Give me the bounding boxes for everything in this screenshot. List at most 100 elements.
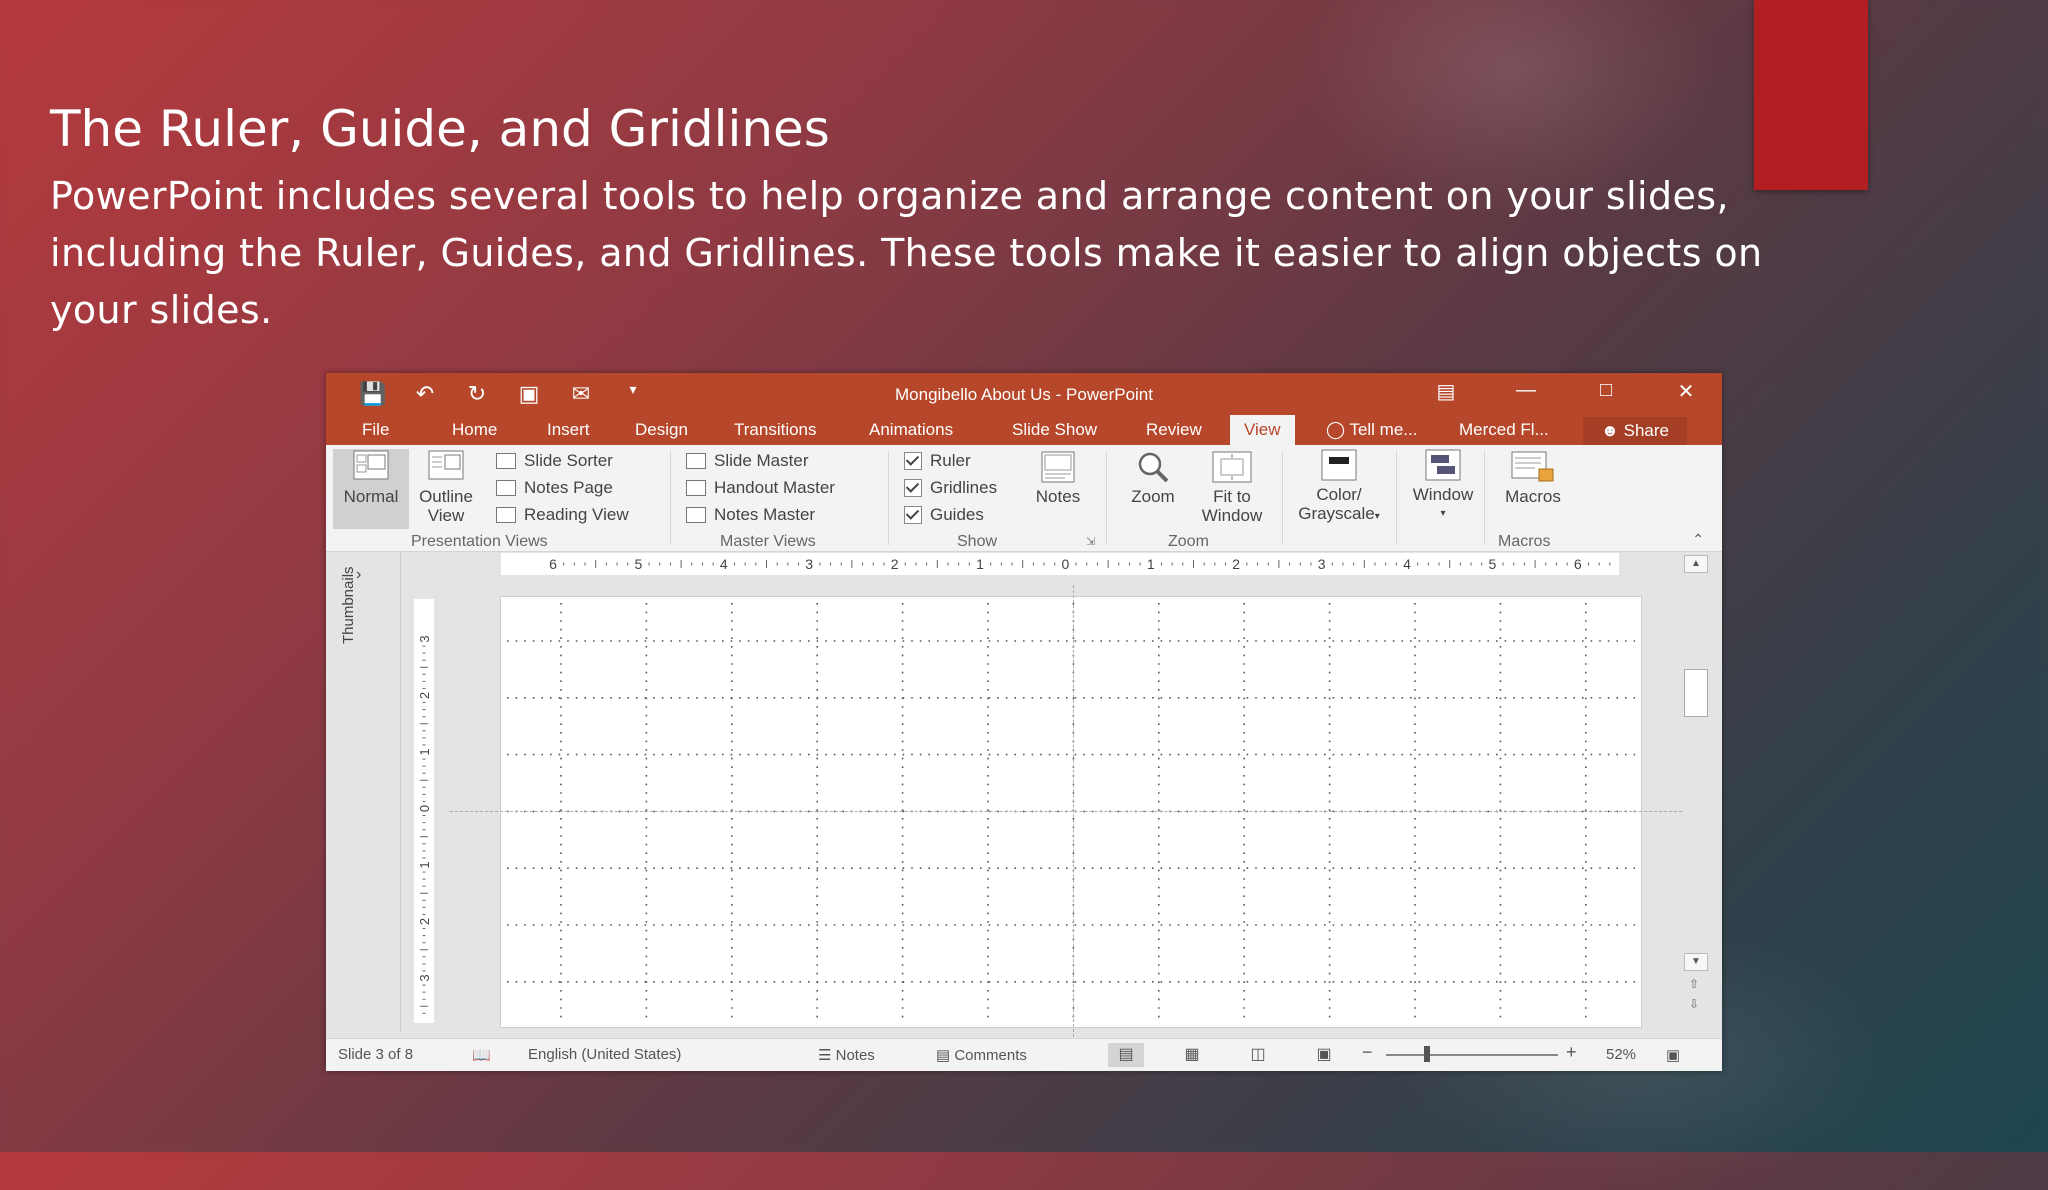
fit-label-1: Fit to	[1213, 487, 1251, 506]
comments-label: Comments	[954, 1047, 1027, 1064]
fit-slide-icon[interactable]: ▣	[1666, 1046, 1680, 1064]
maximize-icon[interactable]: □	[1590, 379, 1622, 404]
tab-review[interactable]: Review	[1146, 415, 1202, 445]
previous-slide-icon[interactable]: ⇧	[1689, 977, 1699, 991]
tab-transitions[interactable]: Transitions	[734, 415, 817, 445]
notes-page-label: Notes Page	[524, 478, 613, 497]
scroll-thumb[interactable]	[1684, 669, 1708, 717]
notes-master-label: Notes Master	[714, 505, 816, 524]
thumbnails-pane[interactable]: › Thumbnails	[326, 552, 401, 1032]
tell-me-search[interactable]: ◯ Tell me...	[1326, 415, 1417, 445]
ruler-checkbox[interactable]: Ruler	[904, 451, 971, 471]
ruler-label: 2	[1232, 556, 1240, 572]
tab-slide-show[interactable]: Slide Show	[1012, 415, 1097, 445]
minimize-icon[interactable]: —	[1510, 379, 1542, 404]
tab-design[interactable]: Design	[635, 415, 688, 445]
gridlines-checkbox[interactable]: Gridlines	[904, 478, 997, 498]
close-icon[interactable]: ✕	[1670, 379, 1702, 404]
show-group-label: Show	[957, 533, 998, 550]
ruler-check-icon	[904, 452, 922, 470]
tab-home[interactable]: Home	[452, 415, 497, 445]
collapse-ribbon-icon[interactable]: ⌃	[1692, 531, 1704, 548]
reading-view-status-icon[interactable]: ◫	[1240, 1043, 1276, 1067]
zoom-in-icon[interactable]: +	[1566, 1042, 1577, 1063]
outline-view-icon	[428, 450, 464, 480]
outline-label-1: Outline	[419, 487, 473, 506]
macros-button[interactable]: Macros	[1496, 451, 1570, 506]
share-button[interactable]: ☻ Share	[1583, 417, 1687, 445]
macros-group-label: Macros	[1498, 533, 1551, 550]
tab-animations[interactable]: Animations	[869, 415, 953, 445]
ruler-label: 6	[549, 556, 557, 572]
guides-checkbox[interactable]: Guides	[904, 505, 984, 525]
zoom-slider-knob[interactable]	[1424, 1046, 1430, 1062]
group-divider	[1282, 451, 1283, 545]
normal-view-icon	[353, 450, 389, 480]
slideshow-status-icon[interactable]: ▣	[1306, 1043, 1342, 1067]
ruler-label: 3	[417, 635, 432, 642]
next-slide-icon[interactable]: ⇩	[1689, 997, 1699, 1011]
zoom-slider-track[interactable]	[1386, 1054, 1558, 1056]
vertical-ruler-scale: 3 2 1 0 1 2 3	[417, 635, 432, 1014]
slide-master-button[interactable]: Slide Master	[686, 451, 808, 471]
ruler-label: 1	[417, 861, 432, 868]
dialog-launcher-icon[interactable]: ⇲	[1086, 535, 1095, 548]
vertical-guide[interactable]	[1073, 585, 1074, 1037]
notes-toggle[interactable]: ☰ Notes	[818, 1046, 875, 1064]
vertical-ruler[interactable]: 3 2 1 0 1 2 3	[414, 599, 434, 1023]
tab-file[interactable]: File	[362, 415, 389, 445]
ribbon-view: Normal Outline View Slide Sorter Notes P…	[326, 445, 1722, 552]
group-divider	[1106, 451, 1107, 545]
reading-view-icon	[496, 507, 516, 523]
horizontal-ruler[interactable]: 6 5 4 3 2 1 0 1 2 3 4 5 6	[501, 553, 1619, 575]
window-label: Window	[1412, 485, 1474, 504]
guides-check-icon	[904, 506, 922, 524]
slide-canvas[interactable]	[500, 596, 1642, 1028]
horizontal-guide[interactable]	[450, 811, 1682, 812]
ribbon-display-icon[interactable]: ▤	[1430, 379, 1462, 404]
dropdown-arrow-icon: ▾	[1374, 511, 1380, 522]
scroll-down-icon[interactable]: ▼	[1684, 953, 1708, 971]
tab-view[interactable]: View	[1230, 415, 1295, 445]
scroll-up-icon[interactable]: ▲	[1684, 555, 1708, 573]
reading-view-button[interactable]: Reading View	[496, 505, 629, 525]
fit-to-window-button[interactable]: Fit to Window	[1192, 451, 1272, 525]
notes-ribbon-label: Notes	[1035, 487, 1081, 506]
slide-sorter-label: Slide Sorter	[524, 451, 613, 470]
ruler-label: 3	[805, 556, 813, 572]
fit-to-window-icon	[1212, 451, 1252, 483]
zoom-level[interactable]: 52%	[1606, 1046, 1636, 1063]
tab-insert[interactable]: Insert	[547, 415, 590, 445]
ruler-label: 5	[1489, 556, 1497, 572]
comments-toggle[interactable]: ▤ Comments	[936, 1046, 1027, 1064]
handout-master-icon	[686, 480, 706, 496]
ruler-label: 5	[635, 556, 643, 572]
outline-view-button[interactable]: Outline View	[412, 449, 480, 525]
window-button[interactable]: Window ▾	[1398, 449, 1488, 523]
magnifier-icon	[1138, 452, 1169, 483]
notes-button[interactable]: Notes	[1030, 451, 1086, 506]
normal-view-button[interactable]: Normal	[333, 449, 409, 529]
zoom-button[interactable]: Zoom	[1118, 451, 1188, 506]
ruler-label: 4	[720, 556, 728, 572]
slide-sorter-button[interactable]: Slide Sorter	[496, 451, 613, 471]
vertical-scrollbar[interactable]: ▲ ▼ ⇧ ⇩	[1682, 553, 1708, 1033]
slide-master-icon	[686, 453, 706, 469]
ruler-label: 1	[976, 556, 984, 572]
spell-check-icon[interactable]: 📖	[472, 1046, 491, 1064]
color-grayscale-button[interactable]: Color/ Grayscale▾	[1286, 449, 1392, 526]
normal-view-status-icon[interactable]: ▤	[1108, 1043, 1144, 1067]
slide-sorter-status-icon[interactable]: ▦	[1174, 1043, 1210, 1067]
ruler-label: 2	[891, 556, 899, 572]
handout-master-label: Handout Master	[714, 478, 835, 497]
handout-master-button[interactable]: Handout Master	[686, 478, 835, 498]
outline-label-2: View	[427, 506, 465, 525]
zoom-out-icon[interactable]: −	[1362, 1042, 1373, 1063]
reading-view-label: Reading View	[524, 505, 629, 524]
color-grayscale-icon	[1321, 449, 1357, 481]
notes-page-button[interactable]: Notes Page	[496, 478, 613, 498]
group-divider	[1396, 451, 1397, 545]
user-account[interactable]: Merced Fl...	[1459, 415, 1549, 445]
notes-master-button[interactable]: Notes Master	[686, 505, 815, 525]
language-indicator[interactable]: English (United States)	[528, 1046, 681, 1063]
